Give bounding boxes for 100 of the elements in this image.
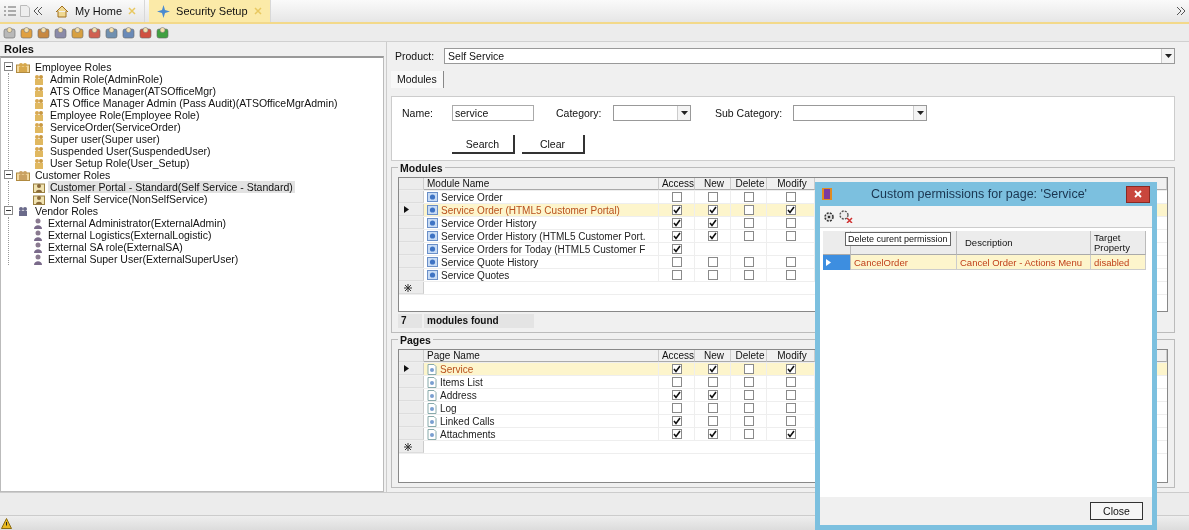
collapse-icon[interactable] (4, 62, 13, 71)
checkbox[interactable] (707, 270, 718, 280)
checkbox[interactable] (743, 231, 754, 241)
column-header[interactable]: New (695, 178, 731, 190)
column-header[interactable]: Access (659, 350, 695, 362)
tree-item[interactable]: Vendor Roles (33, 205, 101, 217)
tree-item[interactable]: User Setup Role(User_Setup) (48, 157, 192, 169)
checkbox[interactable] (743, 257, 754, 267)
name-field[interactable]: service (452, 105, 534, 121)
tree-item[interactable]: ATS Office Manager(ATSOfficeMgr) (48, 85, 219, 97)
tab[interactable]: Security Setup (149, 0, 271, 22)
row-header[interactable] (399, 363, 424, 375)
checkbox[interactable] (707, 390, 718, 400)
column-header[interactable]: Target Property (1091, 231, 1146, 255)
collapse-icon[interactable] (4, 206, 13, 215)
list-icon[interactable] (4, 6, 16, 16)
checkbox[interactable] (671, 205, 682, 215)
checkbox[interactable] (707, 403, 718, 413)
checkbox[interactable] (671, 416, 682, 426)
checkbox[interactable] (707, 205, 718, 215)
close-button[interactable] (1126, 185, 1150, 203)
checkbox[interactable] (785, 377, 796, 387)
tree-item[interactable]: External Administrator(ExternalAdmin) (46, 217, 228, 229)
checkbox[interactable] (785, 231, 796, 241)
double-chevron-right-icon[interactable] (1176, 7, 1185, 15)
checkbox[interactable] (743, 390, 754, 400)
checkbox[interactable] (785, 257, 796, 267)
checkbox[interactable] (707, 257, 718, 267)
action-button[interactable]: Clear (522, 135, 585, 154)
checkbox[interactable] (743, 377, 754, 387)
checkbox[interactable] (671, 257, 682, 267)
checkbox[interactable] (671, 218, 682, 228)
tree-item[interactable]: Employee Role(Employee Role) (48, 109, 202, 121)
tree-item[interactable]: Super user(Super user) (48, 133, 162, 145)
tree-item[interactable]: Employee Roles (33, 61, 114, 73)
checkbox[interactable] (743, 416, 754, 426)
checkbox[interactable] (785, 364, 796, 374)
checkbox[interactable] (785, 390, 796, 400)
tree-item[interactable]: External Logistics(ExternalLogistic) (46, 229, 214, 241)
checkbox[interactable] (671, 231, 682, 241)
column-header[interactable]: Access (659, 178, 695, 190)
row-header[interactable] (399, 204, 424, 216)
column-header[interactable]: New (695, 350, 731, 362)
checkbox[interactable] (707, 416, 718, 426)
column-header[interactable]: Delete (731, 350, 767, 362)
checkbox[interactable] (785, 205, 796, 215)
checkbox[interactable] (671, 192, 682, 202)
tree-item[interactable]: Customer Portal - Standard(Self Service - Standard) (48, 181, 295, 193)
gear-icon[interactable] (823, 210, 836, 223)
checkbox[interactable] (743, 364, 754, 374)
row-header[interactable] (399, 441, 424, 453)
category-combo[interactable] (613, 105, 691, 121)
tree-item[interactable]: ServiceOrder(ServiceOrder) (48, 121, 183, 133)
checkbox[interactable] (743, 218, 754, 228)
checkbox[interactable] (743, 205, 754, 215)
checkbox[interactable] (671, 390, 682, 400)
action-button[interactable]: Search (452, 135, 515, 154)
checkbox[interactable] (671, 270, 682, 280)
tree-item[interactable]: Customer Roles (33, 169, 113, 181)
tree-item[interactable]: Non Self Service(NonSelfService) (48, 193, 210, 205)
warning-icon[interactable] (1, 517, 12, 529)
column-header[interactable]: Modify (767, 350, 815, 362)
close-button[interactable]: Close (1090, 502, 1143, 520)
checkbox[interactable] (671, 403, 682, 413)
double-chevron-left-icon[interactable] (34, 7, 43, 15)
checkbox[interactable] (671, 429, 682, 439)
product-combo[interactable]: Self Service (444, 48, 1175, 64)
sub-category-combo[interactable] (793, 105, 927, 121)
column-header[interactable]: Description (957, 231, 1091, 255)
checkbox[interactable] (671, 364, 682, 374)
checkbox[interactable] (743, 192, 754, 202)
tree-item[interactable]: Suspended User(SuspendedUser) (48, 145, 213, 157)
checkbox[interactable] (707, 377, 718, 387)
tab[interactable]: My Home (47, 0, 146, 22)
tab[interactable]: Modules (391, 71, 444, 88)
row-header[interactable] (399, 282, 424, 294)
checkbox[interactable] (743, 403, 754, 413)
collapse-icon[interactable] (4, 170, 13, 179)
tree-item[interactable]: Admin Role(AdminRole) (48, 73, 165, 85)
checkbox[interactable] (743, 270, 754, 280)
tree-item[interactable]: External SA role(ExternalSA) (46, 241, 185, 253)
column-header[interactable]: Page Name (424, 350, 659, 362)
checkbox[interactable] (671, 244, 682, 254)
checkbox[interactable] (707, 218, 718, 228)
checkbox[interactable] (707, 231, 718, 241)
tree-item[interactable]: ATS Office Manager Admin (Pass Audit)(ATSOfficeMgrAdmin) (48, 97, 340, 109)
checkbox[interactable] (707, 192, 718, 202)
column-header[interactable]: Delete (731, 178, 767, 190)
checkbox[interactable] (671, 377, 682, 387)
checkbox[interactable] (785, 429, 796, 439)
checkbox[interactable] (785, 403, 796, 413)
checkbox[interactable] (743, 429, 754, 439)
checkbox[interactable] (785, 192, 796, 202)
checkbox[interactable] (707, 429, 718, 439)
checkbox[interactable] (785, 270, 796, 280)
gear-delete-icon[interactable] (839, 210, 853, 223)
column-header[interactable]: Module Name (424, 178, 659, 190)
tree-item[interactable]: External Super User(ExternalSuperUser) (46, 253, 241, 265)
checkbox[interactable] (785, 218, 796, 228)
checkbox[interactable] (785, 416, 796, 426)
